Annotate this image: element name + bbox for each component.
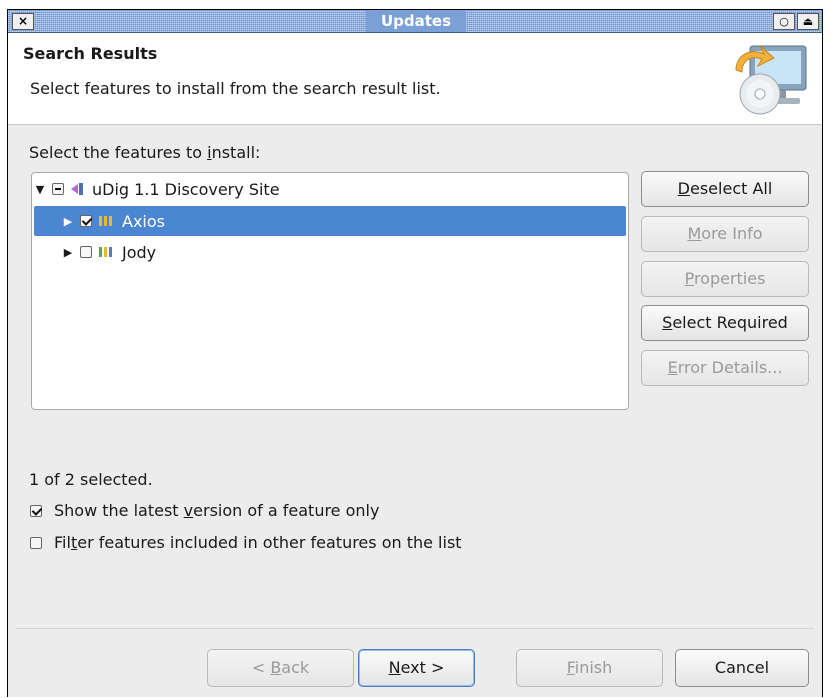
restore-icon[interactable]: ○ <box>773 13 795 30</box>
feature-icon <box>99 216 112 226</box>
page-title: Search Results <box>23 44 158 63</box>
deselect-all-button[interactable]: Deselect All <box>641 171 809 207</box>
back-button[interactable]: < Back <box>207 649 354 687</box>
filter-included-option[interactable]: Filter features included in other featur… <box>30 533 462 552</box>
properties-button[interactable]: Properties <box>641 261 809 297</box>
close-icon[interactable]: × <box>12 13 34 30</box>
button-bar-divider <box>16 628 814 629</box>
site-icon <box>71 183 83 195</box>
chevron-down-icon[interactable]: ▼ <box>34 183 46 196</box>
features-label: Select the features to install: <box>29 143 261 162</box>
feature-icon <box>99 247 112 257</box>
finish-button[interactable]: Finish <box>516 649 663 687</box>
window-menu-icon[interactable]: ⏏ <box>797 13 819 30</box>
window-title: Updates <box>366 10 466 32</box>
latest-version-option[interactable]: Show the latest version of a feature onl… <box>30 501 379 520</box>
wizard-header: Search Results Select features to instal… <box>8 33 822 125</box>
tree-item-discovery-site[interactable]: ▼ uDig 1.1 Discovery Site <box>34 174 626 204</box>
tree-item-axios[interactable]: ▶ Axios <box>34 206 626 236</box>
cancel-button[interactable]: Cancel <box>675 649 809 687</box>
tree-item-label: uDig 1.1 Discovery Site <box>92 179 280 199</box>
next-button[interactable]: Next > <box>358 649 475 687</box>
tree-item-jody[interactable]: ▶ Jody <box>34 237 626 267</box>
error-details-button[interactable]: Error Details... <box>641 350 809 386</box>
selection-status: 1 of 2 selected. <box>29 470 153 489</box>
filter-included-label: Filter features included in other featur… <box>54 533 462 552</box>
site-checkbox[interactable] <box>52 183 64 195</box>
title-bar[interactable]: × Updates ○ ⏏ <box>8 10 822 33</box>
more-info-button[interactable]: More Info <box>641 216 809 252</box>
select-required-button[interactable]: Select Required <box>641 305 809 341</box>
updates-window: × Updates ○ ⏏ Search Results Select feat… <box>7 9 823 697</box>
update-monitor-cd-icon <box>735 45 807 115</box>
chevron-right-icon[interactable]: ▶ <box>62 246 74 259</box>
latest-version-label: Show the latest version of a feature onl… <box>54 501 380 520</box>
wizard-content: Select the features to install: ▼ uDig 1… <box>8 125 822 698</box>
page-description: Select features to install from the sear… <box>30 79 441 98</box>
features-tree[interactable]: ▼ uDig 1.1 Discovery Site ▶ Axios ▶ Jody <box>31 172 629 410</box>
jody-checkbox[interactable] <box>80 246 92 258</box>
tree-item-label: Axios <box>122 211 165 231</box>
tree-item-label: Jody <box>122 242 157 262</box>
filter-included-checkbox[interactable] <box>30 536 42 549</box>
axios-checkbox[interactable] <box>80 215 92 227</box>
latest-version-checkbox[interactable] <box>30 504 42 517</box>
chevron-right-icon[interactable]: ▶ <box>62 215 74 228</box>
